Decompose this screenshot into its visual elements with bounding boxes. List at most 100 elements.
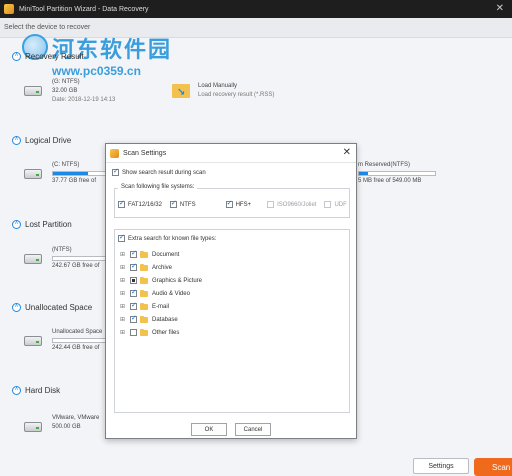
chevron-up-icon[interactable]: ˄ (12, 220, 21, 229)
tree-item-email[interactable]: ⊞ E-mail (120, 300, 202, 313)
hard-drive-icon (24, 254, 42, 264)
drive-free: 242.44 GB free of (52, 345, 100, 351)
section-hard-disk[interactable]: ˄ Hard Disk (12, 386, 60, 395)
ok-button[interactable]: OK (191, 423, 227, 436)
expand-plus-icon[interactable]: ⊞ (120, 264, 127, 271)
drive-free: 242.67 GB free of (52, 263, 100, 269)
hard-drive-icon (24, 422, 42, 432)
section-recovery-result[interactable]: ˄ Recovery Result (12, 52, 84, 61)
logical-drive-reserved[interactable]: m Reserved(NTFS) 5 MB free of 549.00 MB (358, 161, 436, 186)
tree-checkbox[interactable] (130, 288, 137, 297)
dialog-title-bar: Scan Settings (106, 144, 356, 163)
window-title: MiniTool Partition Wizard - Data Recover… (19, 5, 149, 13)
usage-bar (52, 338, 112, 343)
tree-checkbox[interactable] (130, 301, 137, 310)
tree-checkbox[interactable] (130, 329, 137, 336)
tree-checkbox[interactable] (130, 249, 137, 258)
lost-partition-drive[interactable]: (NTFS) 242.67 GB free of (24, 246, 112, 271)
tree-item-database[interactable]: ⊞ Database (120, 313, 202, 326)
load-manually-item[interactable]: ↘ Load Manually Load recovery result (*.… (172, 82, 274, 100)
tree-checkbox[interactable] (130, 314, 137, 323)
hard-disk-drive[interactable]: VMware, VMware 500.00 GB (24, 414, 99, 432)
hard-drive-icon (24, 169, 42, 179)
settings-button[interactable]: Settings (413, 458, 469, 474)
dialog-close-icon[interactable]: ✕ (343, 147, 351, 158)
chevron-up-icon[interactable]: ˄ (12, 52, 21, 61)
drive-name: m Reserved(NTFS) (358, 162, 411, 168)
drive-date: Date: 2018-12-19 14:13 (52, 97, 116, 103)
drive-free: 5 MB free of 549.00 MB (358, 178, 422, 184)
chevron-up-icon[interactable]: ˄ (12, 136, 21, 145)
chevron-up-icon[interactable]: ˄ (12, 303, 21, 312)
extra-search-checkbox-row[interactable]: Extra search for known file types: (118, 233, 217, 242)
section-logical-drive[interactable]: ˄ Logical Drive (12, 136, 71, 145)
file-systems-legend: Scan following file systems: (118, 184, 198, 190)
logical-drive-c[interactable]: (C: NTFS) 37.77 GB free of (24, 161, 112, 186)
tree-checkbox[interactable] (130, 277, 137, 284)
file-systems-row: FAT12/16/32 NTFS HFS+ ISO9660/Joliet UDF (118, 199, 355, 208)
load-title: Load Manually (198, 83, 238, 89)
drive-free: 37.77 GB free of (52, 178, 97, 184)
tree-item-graphics[interactable]: ⊞ Graphics & Picture (120, 274, 202, 287)
folder-icon (140, 250, 148, 258)
expand-plus-icon[interactable]: ⊞ (120, 277, 127, 284)
fs-udf-checkbox[interactable]: UDF (324, 201, 347, 208)
show-search-label: Show search result during scan (122, 169, 206, 176)
fs-hfs-checkbox[interactable]: HFS+ (225, 199, 251, 208)
usage-bar (52, 256, 112, 261)
extra-search-checkbox[interactable] (118, 233, 125, 242)
folder-icon (140, 276, 148, 284)
subheader: Select the device to recover (0, 18, 512, 38)
usage-bar (52, 171, 112, 176)
watermark-url: www.pc0359.cn (52, 64, 141, 78)
expand-plus-icon[interactable]: ⊞ (120, 329, 127, 336)
drive-size: 32.00 GB (52, 88, 78, 94)
tree-checkbox[interactable] (130, 262, 137, 271)
tree-item-other-files[interactable]: ⊞ Other files (120, 326, 202, 339)
app-logo-icon (110, 148, 119, 158)
scan-settings-dialog: Scan Settings ✕ Show search result durin… (105, 143, 357, 439)
show-search-checkbox[interactable] (112, 167, 119, 176)
folder-icon (140, 315, 148, 323)
usage-bar (358, 171, 436, 176)
hard-drive-icon (24, 86, 42, 96)
expand-plus-icon[interactable]: ⊞ (120, 290, 127, 297)
recovery-result-drive[interactable]: (G: NTFS) 32.00 GB Date: 2018-12-19 14:1… (24, 78, 115, 105)
drive-name: (G: NTFS) (52, 79, 80, 85)
dialog-title: Scan Settings (123, 149, 167, 157)
subheader-text: Select the device to recover (4, 24, 91, 31)
tree-item-document[interactable]: ⊞ Document (120, 248, 202, 261)
hard-drive-icon (24, 336, 42, 346)
expand-plus-icon[interactable]: ⊞ (120, 251, 127, 258)
expand-plus-icon[interactable]: ⊞ (120, 316, 127, 323)
app-logo-icon (4, 4, 14, 14)
file-type-tree: ⊞ Document ⊞ Archive ⊞ Graphics & Pictur… (120, 248, 202, 339)
drive-size: 500.00 GB (52, 424, 81, 430)
title-bar: MiniTool Partition Wizard - Data Recover… (0, 0, 512, 18)
scan-button[interactable]: Scan (474, 458, 512, 476)
section-lost-partition[interactable]: ˄ Lost Partition (12, 220, 72, 229)
fs-ntfs-checkbox[interactable]: NTFS (169, 199, 196, 208)
drive-name: VMware, VMware (52, 415, 100, 421)
drive-name: Unallocated Space (52, 329, 103, 335)
folder-icon (140, 328, 148, 336)
show-search-checkbox-row[interactable]: Show search result during scan (112, 167, 206, 176)
extra-search-label: Extra search for known file types: (128, 235, 217, 242)
folder-icon (140, 263, 148, 271)
load-desc: Load recovery result (*.RSS) (198, 92, 275, 98)
folder-icon (140, 302, 148, 310)
window-close-icon[interactable]: ✕ (496, 3, 504, 14)
tree-item-archive[interactable]: ⊞ Archive (120, 261, 202, 274)
tree-item-audio-video[interactable]: ⊞ Audio & Video (120, 287, 202, 300)
drive-name: (NTFS) (52, 247, 72, 253)
unallocated-drive[interactable]: Unallocated Space 242.44 GB free of (24, 328, 112, 353)
chevron-up-icon[interactable]: ˄ (12, 386, 21, 395)
fs-fat-checkbox[interactable]: FAT12/16/32 (118, 199, 162, 208)
fs-iso-checkbox[interactable]: ISO9660/Joliet (267, 201, 316, 208)
folder-open-icon: ↘ (172, 82, 190, 98)
section-unallocated-space[interactable]: ˄ Unallocated Space (12, 303, 92, 312)
folder-icon (140, 289, 148, 297)
cancel-button[interactable]: Cancel (235, 423, 271, 436)
expand-plus-icon[interactable]: ⊞ (120, 303, 127, 310)
drive-name: (C: NTFS) (52, 162, 80, 168)
